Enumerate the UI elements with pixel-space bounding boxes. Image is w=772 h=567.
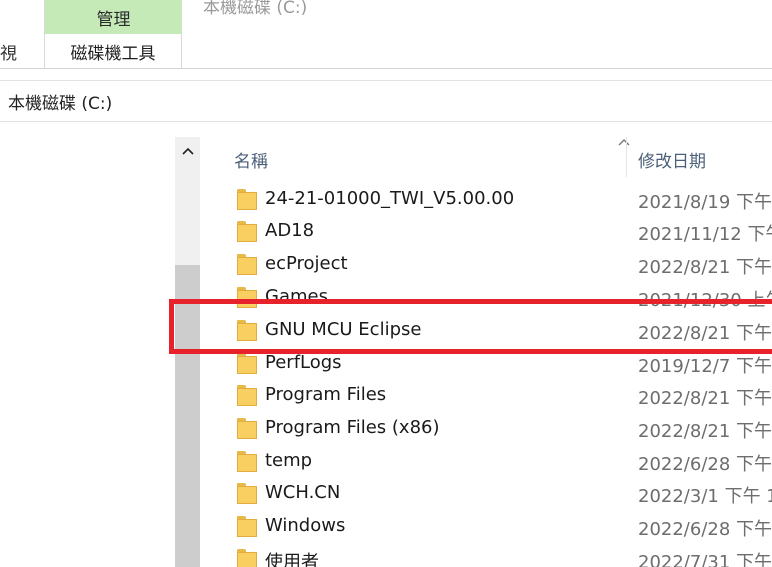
file-name: Windows: [265, 515, 346, 536]
file-date: 2021/8/19 下午: [638, 192, 772, 213]
list-item[interactable]: 24-21-01000_TWI_V5.00.00 2021/8/19 下午: [200, 184, 772, 216]
address-bar[interactable]: 本機磁碟 (C:): [0, 80, 772, 122]
file-list: 24-21-01000_TWI_V5.00.00 2021/8/19 下午 AD…: [200, 184, 772, 567]
folder-icon: [237, 451, 257, 472]
column-date-modified-header[interactable]: 修改日期: [638, 147, 706, 172]
chevron-up-icon: [181, 147, 194, 155]
folder-icon: [237, 516, 257, 537]
file-date: 2022/3/1 下午 1: [638, 486, 772, 507]
file-name: 24-21-01000_TWI_V5.00.00: [265, 188, 515, 209]
column-name-header[interactable]: 名稱: [234, 147, 268, 172]
file-date: 2022/8/21 下午: [638, 388, 772, 409]
list-item[interactable]: 使用者 2022/7/31 下午: [200, 544, 772, 567]
file-name: ecProject: [265, 253, 348, 274]
folder-icon: [237, 221, 257, 242]
tab-view[interactable]: 視: [0, 34, 44, 68]
highlight-annotation-box: [169, 299, 772, 354]
file-name: temp: [265, 450, 313, 471]
file-name: AD18: [265, 220, 315, 241]
file-date: 2022/8/21 下午: [638, 421, 772, 442]
list-item[interactable]: ecProject 2022/8/21 下午: [200, 249, 772, 281]
context-tab-group-label: 管理: [44, 0, 182, 34]
file-date: 2022/6/28 下午: [638, 454, 772, 475]
file-name: Program Files (x86): [265, 417, 440, 438]
file-date: 2021/11/12 下午: [638, 224, 772, 245]
folder-icon: [237, 483, 257, 504]
file-name: WCH.CN: [265, 482, 341, 503]
ribbon-divider: [0, 68, 772, 69]
list-item[interactable]: WCH.CN 2022/3/1 下午 1: [200, 478, 772, 510]
file-date: 2019/12/7 下午: [638, 356, 772, 377]
sort-ascending-icon: [618, 139, 630, 146]
list-item[interactable]: Windows 2022/6/28 下午: [200, 511, 772, 543]
file-name: 使用者: [265, 552, 319, 567]
list-item[interactable]: Program Files 2022/8/21 下午: [200, 380, 772, 412]
folder-icon: [237, 418, 257, 439]
scroll-up-button[interactable]: [175, 137, 200, 165]
folder-icon: [237, 549, 257, 567]
file-name: Program Files: [265, 384, 387, 405]
file-name: PerfLogs: [265, 352, 342, 373]
tab-drive-tools[interactable]: 磁碟機工具: [44, 34, 182, 68]
list-item[interactable]: temp 2022/6/28 下午: [200, 446, 772, 478]
list-item[interactable]: AD18 2021/11/12 下午: [200, 216, 772, 248]
file-date: 2022/8/21 下午: [638, 257, 772, 278]
file-date: 2022/6/28 下午: [638, 519, 772, 540]
column-divider[interactable]: [626, 137, 627, 177]
column-header: 名稱 修改日期: [200, 133, 772, 177]
file-date: 2022/7/31 下午: [638, 552, 772, 567]
list-item[interactable]: Program Files (x86) 2022/8/21 下午: [200, 413, 772, 445]
ribbon: 管理 視 磁碟機工具 本機磁碟 (C:): [0, 0, 772, 68]
folder-icon: [237, 385, 257, 406]
folder-icon: [237, 254, 257, 275]
folder-icon: [237, 353, 257, 374]
address-path: 本機磁碟 (C:): [8, 93, 113, 114]
folder-icon: [237, 189, 257, 210]
window-title: 本機磁碟 (C:): [203, 0, 308, 18]
